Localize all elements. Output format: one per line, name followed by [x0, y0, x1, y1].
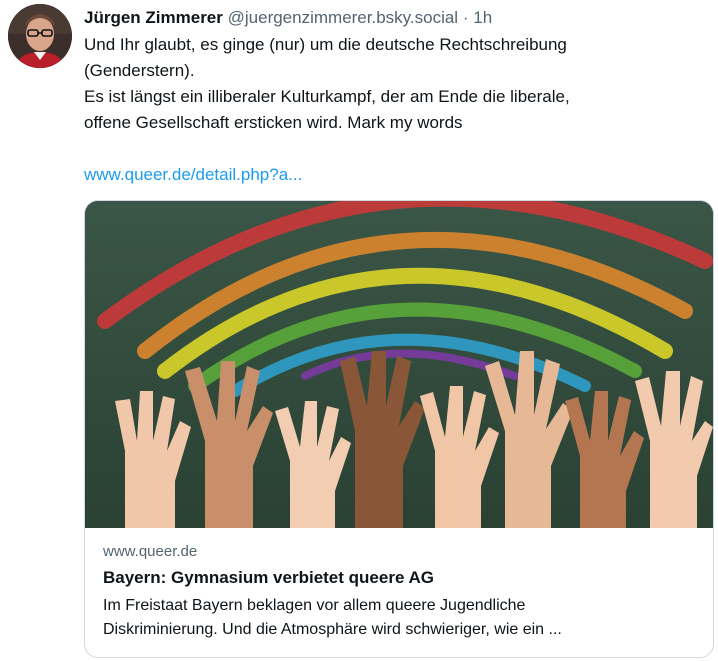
card-description: Im Freistaat Bayern beklagen vor allem q… — [103, 594, 695, 642]
post-text-line: (Genderstern). — [84, 61, 195, 80]
card-description-line: Diskriminierung. Und die Atmosphäre wird… — [103, 621, 562, 638]
author-name[interactable]: Jürgen Zimmerer — [84, 8, 223, 27]
avatar-photo — [8, 4, 72, 68]
post-text-line: offene Gesellschaft ersticken wird. Mark… — [84, 113, 463, 132]
post-text-line: Und Ihr glaubt, es ginge (nur) um die de… — [84, 35, 567, 54]
post-content: Jürgen Zimmerer @juergenzimmerer.bsky.so… — [84, 6, 714, 188]
post-link[interactable]: www.queer.de/detail.php?a... — [84, 162, 714, 188]
post-timestamp[interactable]: 1h — [473, 8, 492, 27]
author-handle[interactable]: @juergenzimmerer.bsky.social — [228, 8, 458, 27]
post-text: Und Ihr glaubt, es ginge (nur) um die de… — [84, 32, 714, 136]
link-preview-card[interactable]: www.queer.de Bayern: Gymnasium verbietet… — [84, 200, 714, 658]
header-separator: · — [462, 8, 469, 27]
card-description-line: Im Freistaat Bayern beklagen vor allem q… — [103, 597, 526, 614]
card-domain: www.queer.de — [103, 543, 198, 560]
post-text-line: Es ist längst ein illiberaler Kulturkamp… — [84, 87, 570, 106]
card-info: www.queer.de Bayern: Gymnasium verbietet… — [85, 528, 713, 642]
author-avatar[interactable] — [8, 4, 72, 68]
card-image — [85, 201, 713, 528]
post-header: Jürgen Zimmerer @juergenzimmerer.bsky.so… — [84, 6, 714, 30]
card-title[interactable]: Bayern: Gymnasium verbietet queere AG — [103, 566, 695, 590]
